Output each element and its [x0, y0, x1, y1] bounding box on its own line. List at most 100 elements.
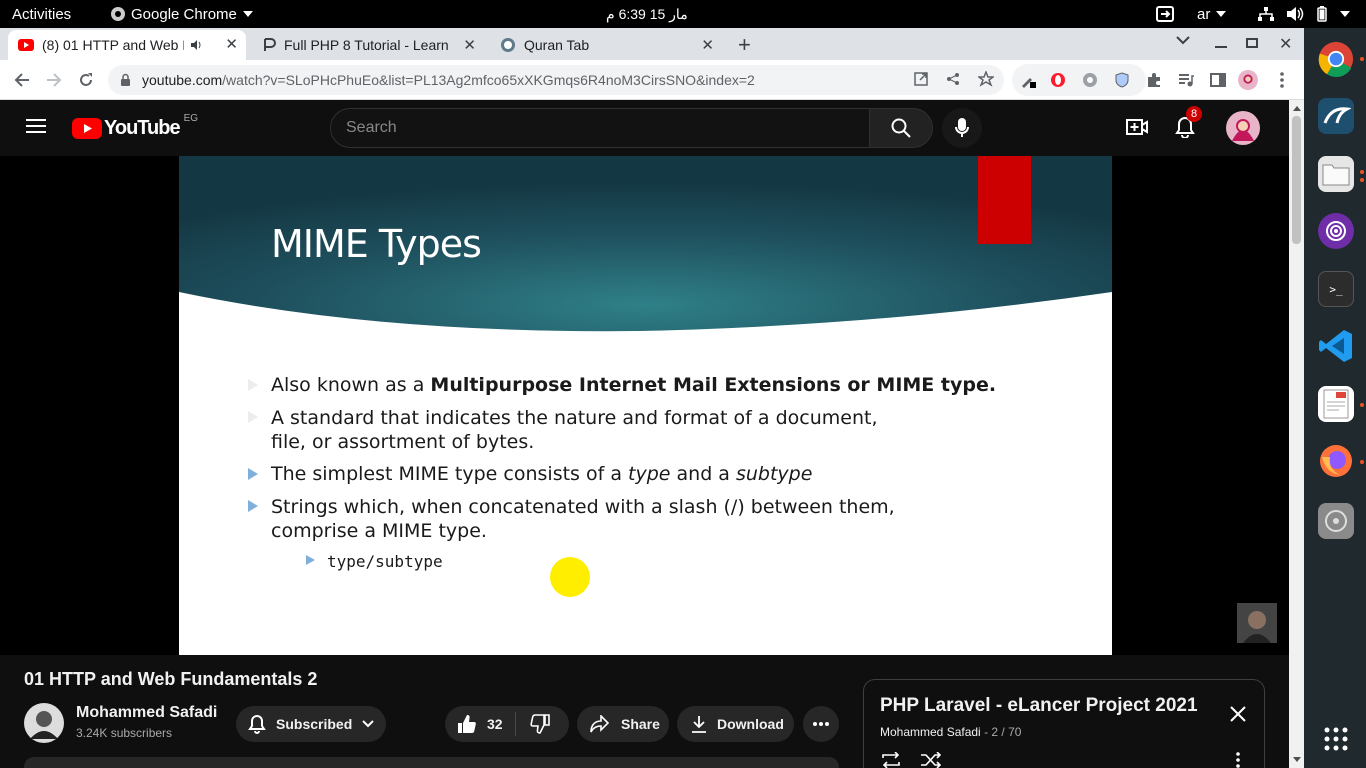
chevron-down-icon	[1216, 11, 1227, 17]
create-video-icon[interactable]	[1126, 118, 1148, 136]
terminal-dock-icon[interactable]: >_	[1318, 271, 1354, 307]
bullet-bold-text: Multipurpose Internet Mail Extensions or…	[430, 374, 997, 396]
playlist-title[interactable]: PHP Laravel - eLancer Project 2021	[880, 695, 1198, 717]
scrollbar-thumb[interactable]	[1292, 116, 1301, 244]
loop-icon[interactable]	[880, 752, 902, 768]
playlist-menu-icon[interactable]	[1236, 752, 1240, 768]
close-playlist-icon[interactable]	[1230, 706, 1246, 722]
microphone-icon	[955, 118, 969, 137]
speaker-icon[interactable]	[190, 39, 202, 51]
close-tab-icon[interactable]: ✕	[463, 36, 476, 54]
playlist-owner[interactable]: Mohammed Safadi	[880, 725, 981, 739]
chevron-down-icon	[242, 11, 253, 17]
bullet-text: and a	[670, 463, 736, 485]
chrome-menu-icon[interactable]	[1272, 70, 1292, 90]
like-dislike-group: 32	[445, 706, 569, 742]
screen-cast-icon[interactable]	[1156, 0, 1174, 28]
open-in-app-icon[interactable]	[914, 72, 928, 86]
like-button[interactable]: 32	[445, 714, 515, 734]
ubuntu-dock: >_	[1304, 28, 1366, 768]
playlist-panel: PHP Laravel - eLancer Project 2021 Moham…	[863, 679, 1265, 768]
battery-icon[interactable]	[1314, 0, 1330, 28]
opera-extension-icon[interactable]	[1048, 70, 1068, 90]
channel-avatar[interactable]	[24, 703, 64, 743]
shield-extension-icon[interactable]	[1112, 70, 1132, 90]
system-menu[interactable]	[1334, 0, 1350, 28]
youtube-logo[interactable]: YouTube EG	[72, 113, 198, 140]
download-button[interactable]: Download	[677, 706, 794, 742]
video-player[interactable]: MIME Types Also known as a Multipurpose …	[0, 156, 1289, 655]
running-indicator	[1360, 403, 1364, 407]
side-panel-icon[interactable]	[1208, 70, 1228, 90]
thumbs-up-icon	[458, 715, 476, 733]
bookmark-star-icon[interactable]	[978, 71, 994, 87]
chrome-dock-icon[interactable]	[1318, 41, 1354, 78]
download-icon	[692, 716, 706, 733]
slide-bullet: The simplest MIME type consists of a typ…	[248, 463, 812, 485]
tab-php-tutorial[interactable]: Full PHP 8 Tutorial - Learn ✕	[252, 30, 484, 60]
dislike-button[interactable]	[516, 714, 550, 734]
running-indicator	[1360, 178, 1364, 182]
description-box[interactable]	[24, 757, 839, 768]
channel-name[interactable]: Mohammed Safadi	[76, 704, 217, 722]
minimize-button[interactable]	[1215, 34, 1227, 48]
search-button[interactable]	[869, 108, 933, 148]
subscribed-button[interactable]: Subscribed	[236, 706, 386, 742]
mysql-workbench-dock-icon[interactable]	[1318, 98, 1354, 134]
close-tab-icon[interactable]: ✕	[225, 35, 238, 53]
playlist-position: - 2 / 70	[984, 725, 1022, 739]
keyboard-layout-menu[interactable]: ar	[1197, 0, 1227, 28]
chevron-down-icon	[362, 720, 374, 728]
shuffle-icon[interactable]	[920, 752, 942, 768]
puzzle-icon[interactable]	[1144, 70, 1164, 90]
bullet-marker	[248, 468, 258, 480]
hamburger-menu-icon[interactable]	[26, 118, 46, 134]
document-viewer-dock-icon[interactable]	[1318, 386, 1354, 422]
network-icon[interactable]	[1257, 0, 1275, 28]
tab-search-icon[interactable]	[1176, 36, 1190, 46]
tab-quran[interactable]: Quran Tab ✕	[490, 30, 722, 60]
activities-label: Activities	[12, 5, 72, 23]
profile-avatar[interactable]	[1238, 70, 1258, 90]
tab-youtube[interactable]: (8) 01 HTTP and Web Fundamentals 2 ✕	[8, 30, 246, 60]
lock-icon[interactable]	[120, 73, 131, 87]
account-avatar[interactable]	[1226, 111, 1260, 145]
slide-bullet: Strings which, when concatenated with a …	[248, 495, 895, 543]
page-scrollbar[interactable]	[1289, 100, 1304, 768]
restore-button[interactable]	[1246, 38, 1258, 48]
back-icon[interactable]	[12, 70, 32, 90]
show-apps-icon[interactable]	[1318, 721, 1354, 757]
volume-icon[interactable]	[1286, 0, 1304, 28]
firefox-dock-icon[interactable]	[1318, 443, 1354, 479]
bullet-marker	[248, 411, 258, 423]
color-picker-extension-icon[interactable]	[1018, 70, 1038, 90]
search-input[interactable]: Search	[330, 108, 870, 148]
address-bar[interactable]: youtube.com/watch?v=SLoPHcPhuEo&list=PL1…	[108, 65, 1004, 95]
vscode-dock-icon[interactable]	[1318, 328, 1354, 364]
clock[interactable]: مار 15 6:39 م	[606, 0, 688, 28]
url-path: /watch?v=SLoPHcPhuEo&list=PL13Ag2mfco65x…	[222, 72, 755, 88]
files-dock-icon[interactable]	[1318, 156, 1354, 192]
close-window-button[interactable]: ✕	[1279, 34, 1292, 54]
quran-icon	[501, 38, 515, 52]
bullet-italic-text: type	[628, 463, 671, 485]
quran-extension-icon[interactable]	[1080, 70, 1100, 90]
presentation-slide: MIME Types Also known as a Multipurpose …	[179, 156, 1112, 655]
chrome-icon	[111, 7, 125, 21]
share-button[interactable]: Share	[577, 706, 669, 742]
forward-icon[interactable]	[44, 70, 64, 90]
close-tab-icon[interactable]: ✕	[701, 36, 714, 54]
tab-title: (8) 01 HTTP and Web Fundamentals 2	[42, 37, 184, 53]
media-controls-icon[interactable]	[1176, 70, 1196, 90]
reload-icon[interactable]	[76, 70, 96, 90]
scroll-up-arrow[interactable]	[1293, 106, 1301, 111]
activities-button[interactable]: Activities	[12, 0, 71, 28]
voice-search-button[interactable]	[942, 108, 982, 148]
scroll-down-arrow[interactable]	[1293, 757, 1301, 762]
app-menu[interactable]: Google Chrome	[110, 0, 253, 28]
share-icon[interactable]	[946, 72, 960, 86]
new-tab-button[interactable]: +	[738, 32, 751, 58]
disk-dock-icon[interactable]	[1318, 503, 1354, 539]
tor-browser-dock-icon[interactable]	[1318, 213, 1354, 249]
more-actions-button[interactable]	[803, 706, 839, 742]
